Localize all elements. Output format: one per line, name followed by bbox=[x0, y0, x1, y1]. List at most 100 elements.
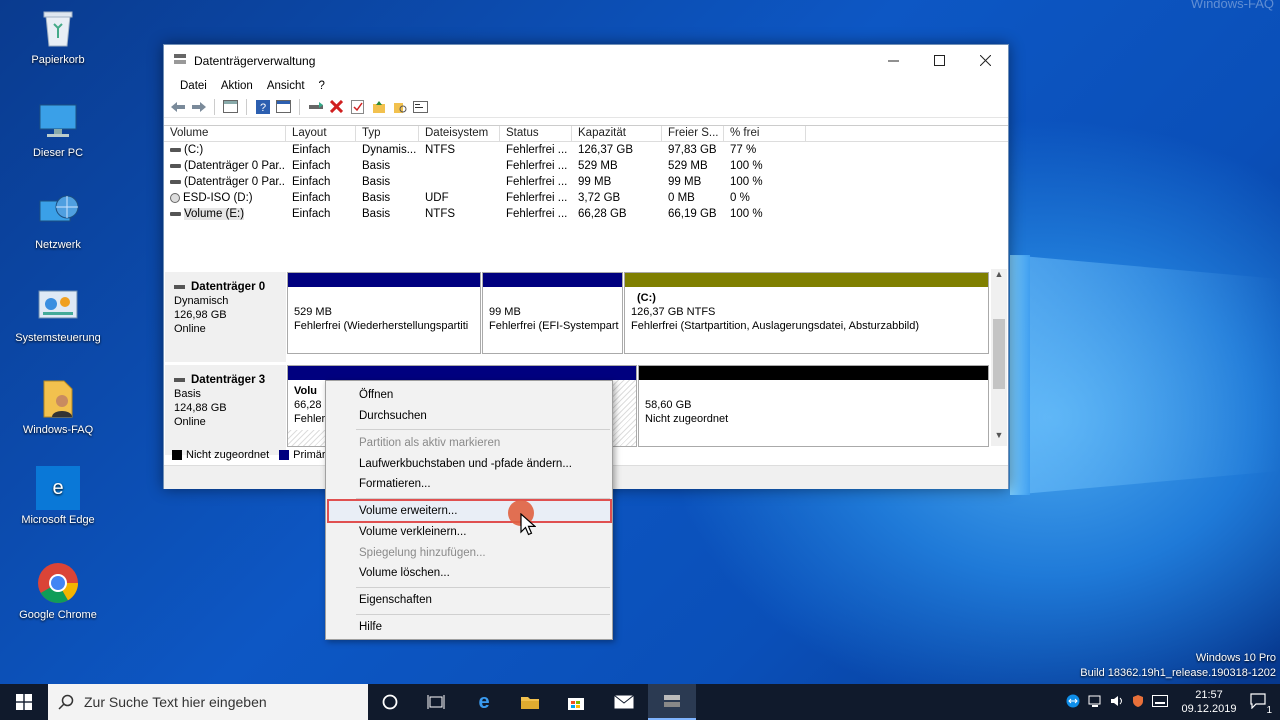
start-button[interactable] bbox=[0, 684, 48, 720]
column-capacity[interactable]: Kapazität bbox=[572, 126, 662, 141]
windows-logo-icon bbox=[16, 694, 32, 710]
column-layout[interactable]: Layout bbox=[286, 126, 356, 141]
cell-capacity: 3,72 GB bbox=[578, 192, 621, 204]
menu-item-help[interactable]: Hilfe bbox=[359, 621, 382, 633]
cell-percent: 100 % bbox=[730, 208, 763, 220]
toolbar-separator bbox=[246, 98, 247, 115]
taskbar-explorer[interactable] bbox=[506, 684, 554, 720]
menu-aktion[interactable]: Aktion bbox=[214, 80, 260, 92]
back-arrow-icon[interactable] bbox=[169, 98, 186, 115]
partition-size: 126,37 GB NTFS bbox=[631, 306, 716, 318]
disk-management-icon bbox=[173, 53, 187, 68]
partition-bar bbox=[288, 273, 480, 287]
scroll-down-icon[interactable]: ▼ bbox=[991, 430, 1007, 446]
menu-item-open[interactable]: Öffnen bbox=[359, 389, 393, 401]
svg-text:?: ? bbox=[260, 102, 266, 114]
partition-block[interactable]: 529 MB Fehlerfrei (Wiederherstellungspart… bbox=[287, 272, 481, 354]
recycle-bin-icon bbox=[36, 6, 80, 50]
security-icon[interactable] bbox=[1132, 694, 1144, 711]
menu-datei[interactable]: Datei bbox=[173, 80, 214, 92]
column-volume[interactable]: Volume bbox=[164, 126, 286, 141]
partition-block[interactable]: (C:) 126,37 GB NTFS Fehlerfrei (Startparti… bbox=[624, 272, 989, 354]
cell-layout: Einfach bbox=[292, 208, 331, 220]
cell-volume: (Datenträger 0 Par... bbox=[184, 176, 286, 188]
check-properties-icon[interactable] bbox=[349, 98, 366, 115]
cortana-button[interactable] bbox=[366, 684, 414, 720]
desktop-icon-windows-faq[interactable]: Windows-FAQ bbox=[8, 376, 108, 436]
menu-item-properties[interactable]: Eigenschaften bbox=[359, 594, 432, 606]
desktop-icon-chrome[interactable]: Google Chrome bbox=[8, 561, 108, 621]
partition-bar bbox=[288, 366, 636, 380]
unallocated-block[interactable]: 58,60 GB Nicht zugeordnet bbox=[638, 365, 989, 447]
column-percent-free[interactable]: % frei bbox=[724, 126, 806, 141]
console-tree-icon[interactable] bbox=[222, 98, 239, 115]
column-free-space[interactable]: Freier S... bbox=[662, 126, 724, 141]
wallpaper-window-edge bbox=[1010, 255, 1030, 495]
desktop-icon-edge[interactable]: e Microsoft Edge bbox=[8, 466, 108, 526]
folder-up-icon[interactable] bbox=[370, 98, 387, 115]
maximize-button[interactable] bbox=[916, 45, 962, 76]
network-tray-icon[interactable] bbox=[1088, 694, 1102, 711]
taskbar-mail[interactable] bbox=[600, 684, 648, 720]
action-center-button[interactable]: 1 bbox=[1250, 692, 1272, 716]
desktop-icon-control-panel[interactable]: Systemsteuerung bbox=[8, 284, 108, 344]
partition-status: Nicht zugeordnet bbox=[645, 413, 729, 425]
menu-item-format[interactable]: Formatieren... bbox=[359, 478, 431, 490]
scroll-thumb[interactable] bbox=[993, 319, 1005, 389]
table-row[interactable]: ESD-ISO (D:) Einfach Basis UDF Fehlerfre… bbox=[164, 190, 1008, 206]
vertical-scrollbar[interactable]: ▲ ▼ bbox=[991, 269, 1007, 446]
properties-view-icon[interactable] bbox=[275, 98, 292, 115]
table-row[interactable]: Volume (E:) Einfach Basis NTFS Fehlerfre… bbox=[164, 206, 1008, 222]
notification-icon bbox=[1250, 692, 1266, 709]
menu-item-change-drive-letter[interactable]: Laufwerkbuchstaben und -pfade ändern... bbox=[359, 458, 572, 470]
keyboard-icon[interactable] bbox=[1152, 694, 1168, 710]
clock[interactable]: 21:57 09.12.2019 bbox=[1178, 688, 1240, 716]
table-row[interactable]: (Datenträger 0 Par... Einfach Basis Fehl… bbox=[164, 174, 1008, 190]
taskbar-search[interactable]: Zur Suche Text hier eingeben bbox=[48, 684, 368, 720]
cell-capacity: 66,28 GB bbox=[578, 208, 627, 220]
settings-view-icon[interactable] bbox=[412, 98, 429, 115]
partition-block[interactable]: 99 MB Fehlerfrei (EFI-Systempart bbox=[482, 272, 623, 354]
connect-disk-icon[interactable] bbox=[307, 98, 324, 115]
close-button[interactable] bbox=[962, 45, 1008, 76]
partition-bar bbox=[625, 273, 988, 287]
minimize-button[interactable] bbox=[870, 45, 916, 76]
delete-icon[interactable] bbox=[328, 98, 345, 115]
column-status[interactable]: Status bbox=[500, 126, 572, 141]
taskbar-store[interactable] bbox=[552, 684, 600, 720]
mail-icon bbox=[614, 695, 634, 709]
menu-ansicht[interactable]: Ansicht bbox=[260, 80, 312, 92]
disk-name: Datenträger 3 bbox=[191, 374, 266, 386]
taskbar-edge[interactable]: e bbox=[460, 684, 508, 720]
menu-item-delete-volume[interactable]: Volume löschen... bbox=[359, 567, 450, 579]
partition-status: Fehlerfrei (Wiederherstellungspartiti bbox=[294, 320, 469, 332]
desktop-icon-this-pc[interactable]: Dieser PC bbox=[8, 99, 108, 159]
scroll-up-icon[interactable]: ▲ bbox=[991, 269, 1007, 285]
volume-icon[interactable] bbox=[1110, 694, 1124, 711]
search-icon bbox=[58, 694, 74, 710]
menu-item-explore[interactable]: Durchsuchen bbox=[359, 410, 427, 422]
column-type[interactable]: Typ bbox=[356, 126, 419, 141]
table-row[interactable]: (Datenträger 0 Par... Einfach Basis Fehl… bbox=[164, 158, 1008, 174]
watermark: Windows-FAQ bbox=[1190, 0, 1274, 11]
cell-volume: Volume (E:) bbox=[184, 208, 245, 220]
legend-label-unallocated: Nicht zugeordnet bbox=[186, 449, 270, 461]
disk-info-3[interactable]: Datenträger 3 Basis 124,88 GB Online bbox=[165, 365, 286, 455]
control-panel-icon bbox=[36, 284, 80, 328]
desktop-icon-network[interactable]: Netzwerk bbox=[8, 191, 108, 251]
cell-percent: 77 % bbox=[730, 144, 757, 156]
forward-arrow-icon[interactable] bbox=[190, 98, 207, 115]
folder-search-icon[interactable] bbox=[391, 98, 408, 115]
disk-info-0[interactable]: Datenträger 0 Dynamisch 126,98 GB Online bbox=[165, 272, 286, 362]
desktop-icon-recycle-bin[interactable]: Papierkorb bbox=[8, 6, 108, 66]
menu-item-extend-volume[interactable]: Volume erweitern... bbox=[359, 505, 457, 517]
help-icon[interactable]: ? bbox=[254, 98, 271, 115]
taskbar-disk-management[interactable] bbox=[648, 684, 696, 720]
column-filesystem[interactable]: Dateisystem bbox=[419, 126, 500, 141]
table-row[interactable]: (C:) Einfach Dynamis... NTFS Fehlerfrei … bbox=[164, 142, 1008, 158]
menu-item-shrink-volume[interactable]: Volume verkleinern... bbox=[359, 526, 466, 538]
teamviewer-icon[interactable] bbox=[1066, 694, 1080, 711]
clock-date: 09.12.2019 bbox=[1181, 703, 1237, 715]
menu-help[interactable]: ? bbox=[312, 80, 332, 92]
task-view-button[interactable] bbox=[412, 684, 460, 720]
